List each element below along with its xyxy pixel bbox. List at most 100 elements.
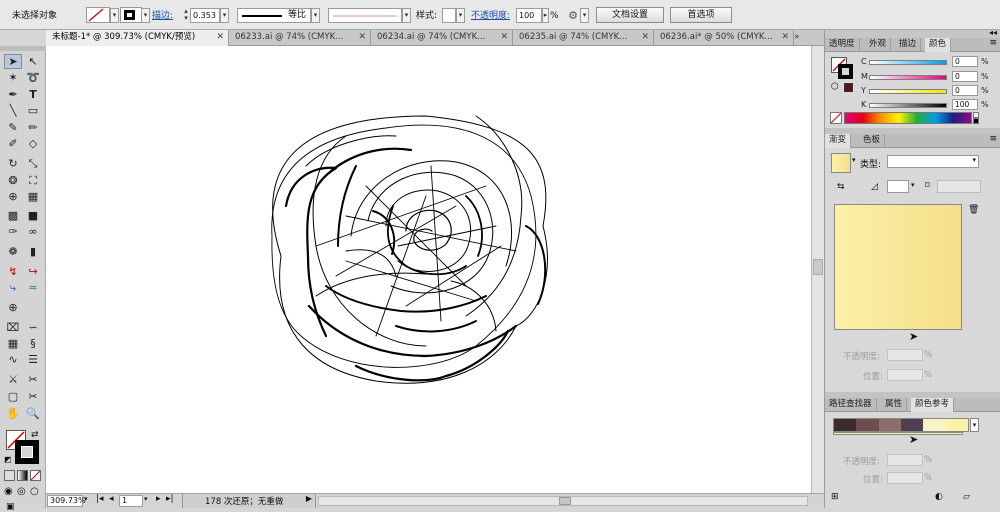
tab-appearance[interactable]: 外观: [865, 38, 892, 52]
type-tool-icon[interactable]: T: [24, 87, 42, 102]
preferences-button[interactable]: 首选项: [670, 7, 732, 23]
stroke-dropdown[interactable]: ▾: [141, 8, 150, 23]
recolor-icon[interactable]: ⚙: [565, 8, 581, 23]
default-colors-icon[interactable]: ◩: [4, 455, 12, 464]
more-tabs-icon[interactable]: »: [794, 32, 800, 42]
channel-value-m[interactable]: 0: [952, 71, 978, 82]
tab-untitled[interactable]: 未标题-1* @ 309.73% (CMYK/预览) ✕: [46, 30, 229, 46]
tab-color[interactable]: 颜色: [925, 38, 952, 52]
aspect-ratio-input[interactable]: [937, 180, 981, 193]
horizontal-scrollbar[interactable]: [318, 496, 808, 506]
scrollbar-thumb[interactable]: [559, 497, 571, 505]
perspective-grid-tool-icon[interactable]: ▦: [24, 189, 42, 204]
fill-dropdown[interactable]: ▾: [110, 8, 119, 23]
angle-dropdown[interactable]: ▾: [911, 181, 915, 189]
tab-attributes[interactable]: 属性: [881, 398, 908, 412]
panel-menu-icon[interactable]: ≡: [989, 134, 997, 144]
magic-wand-tool-icon[interactable]: ✶: [4, 70, 22, 85]
swatch-groups-icon[interactable]: ⊞: [831, 492, 839, 502]
shape-builder-tool-icon[interactable]: ⊕: [4, 189, 22, 204]
opacity-input[interactable]: 100: [516, 8, 542, 23]
slice-tool-icon[interactable]: ∽: [24, 320, 42, 335]
width-tool-icon[interactable]: ↯: [4, 264, 22, 279]
opacity-link[interactable]: 不透明度:: [471, 9, 510, 23]
gradient-thumbnail[interactable]: [831, 153, 851, 173]
tools-panel-grip[interactable]: [0, 46, 46, 51]
out-of-gamut-icon[interactable]: ⬡: [831, 82, 839, 92]
slider-yellow[interactable]: [869, 89, 947, 94]
recolor-dropdown[interactable]: ▾: [580, 8, 589, 23]
eyedropper-tool-icon[interactable]: ✑: [4, 224, 22, 239]
eraser-tool-icon[interactable]: ◇: [24, 136, 42, 151]
slider-magenta[interactable]: [869, 75, 947, 80]
blob-brush-tool-icon[interactable]: ✐: [4, 136, 22, 151]
live-paint-tool-icon[interactable]: ✂: [24, 372, 42, 387]
zoom-level-input[interactable]: 309.73%: [47, 495, 86, 507]
zoom-dropdown[interactable]: ▾: [84, 495, 88, 503]
pencil-tool-icon[interactable]: ✏: [24, 120, 42, 135]
gradient-position-input[interactable]: [887, 369, 923, 381]
gradient-angle-input[interactable]: [887, 180, 909, 193]
gradient-type-select[interactable]: ▾: [887, 155, 979, 168]
blend-tool-icon[interactable]: ∞: [24, 224, 42, 239]
crosshair-tool-icon[interactable]: ⊕: [4, 300, 22, 315]
tab-06235[interactable]: 06235.ai @ 74% (CMYK... ✕: [513, 30, 654, 46]
color-none-swatch[interactable]: [830, 112, 842, 124]
save-group-icon[interactable]: ▱: [963, 492, 970, 502]
next-page-icon[interactable]: ▸: [156, 494, 161, 504]
artboard-canvas[interactable]: [46, 46, 811, 493]
tab-swatches[interactable]: 色板: [859, 134, 886, 148]
grid-tool-icon[interactable]: ▦: [4, 336, 22, 351]
harmony-dropdown[interactable]: ▾: [970, 418, 979, 432]
channel-value-y[interactable]: 0: [952, 85, 978, 96]
scrollbar-thumb[interactable]: [813, 259, 823, 275]
draw-behind-icon[interactable]: ◎: [17, 486, 26, 497]
warp-tool-icon[interactable]: ❂: [4, 173, 22, 188]
history-status[interactable]: 178 次还原；无重做 ▶: [182, 494, 316, 508]
reverse-gradient-icon[interactable]: ⇆: [837, 182, 845, 192]
guide-opacity-input[interactable]: [887, 454, 923, 466]
gradient-mode-icon[interactable]: [17, 470, 28, 481]
stroke-link[interactable]: 描边:: [152, 9, 173, 23]
symbol-sprayer-tool-icon[interactable]: ❁: [4, 244, 22, 259]
page-dropdown[interactable]: ▾: [144, 495, 148, 503]
stroke-profile-select[interactable]: 等比: [237, 8, 311, 23]
gradient-opacity-input[interactable]: [887, 349, 923, 361]
knife-tool-icon[interactable]: ⚔: [4, 372, 22, 387]
tab-gradient[interactable]: 渐变: [825, 134, 852, 148]
ramp-black-swatch[interactable]: [973, 118, 979, 124]
twirl-tool-icon[interactable]: §: [24, 336, 42, 351]
channel-value-c[interactable]: 0: [952, 56, 978, 67]
tab-color-guide[interactable]: 颜色参考: [911, 398, 955, 412]
screen-mode-icon[interactable]: ▣: [6, 502, 15, 512]
stroke-color-box[interactable]: [15, 440, 39, 464]
tab-06236[interactable]: 06236.ai* @ 50% (CMYK... ✕: [654, 30, 794, 46]
hand-tool-icon[interactable]: ✋: [4, 406, 22, 421]
color-guide-swatches[interactable]: [833, 418, 969, 432]
status-menu-icon[interactable]: ▶: [306, 494, 312, 503]
delete-stop-icon[interactable]: 🗑: [968, 205, 979, 215]
mesh-tool-icon[interactable]: ▩: [4, 208, 22, 223]
line-tool-icon[interactable]: ╲: [4, 103, 22, 118]
tab-06234[interactable]: 06234.ai @ 74% (CMYK... ✕: [371, 30, 513, 46]
lasso-tool-icon[interactable]: ➰: [24, 70, 42, 85]
scissors-tool-icon[interactable]: ✂: [24, 389, 42, 404]
style-dropdown[interactable]: ▾: [456, 8, 465, 23]
gamut-color-swatch[interactable]: [844, 83, 853, 92]
stroke-weight-dropdown[interactable]: ▾: [220, 8, 229, 23]
draw-normal-icon[interactable]: ◉: [4, 486, 13, 497]
scale-tool-icon[interactable]: ⤡: [24, 156, 42, 171]
gradient-thumbnail-dropdown[interactable]: ▾: [852, 156, 856, 164]
color-spectrum-ramp[interactable]: [844, 112, 972, 124]
crop-tool-icon[interactable]: ▢: [4, 389, 22, 404]
close-icon[interactable]: ✕: [358, 30, 366, 45]
collapse-icon[interactable]: ◂◂: [989, 28, 997, 37]
stroke-weight-input[interactable]: 0.353: [190, 8, 220, 23]
stroke-swatch[interactable]: [120, 7, 142, 23]
first-page-icon[interactable]: |◂: [96, 494, 104, 504]
none-mode-icon[interactable]: [30, 470, 41, 481]
rectangle-tool-icon[interactable]: ▭: [24, 103, 42, 118]
artboard-tool-icon[interactable]: ⌧: [4, 320, 22, 335]
document-setup-button[interactable]: 文档设置: [596, 7, 664, 23]
column-graph-tool-icon[interactable]: ▮: [24, 244, 42, 259]
